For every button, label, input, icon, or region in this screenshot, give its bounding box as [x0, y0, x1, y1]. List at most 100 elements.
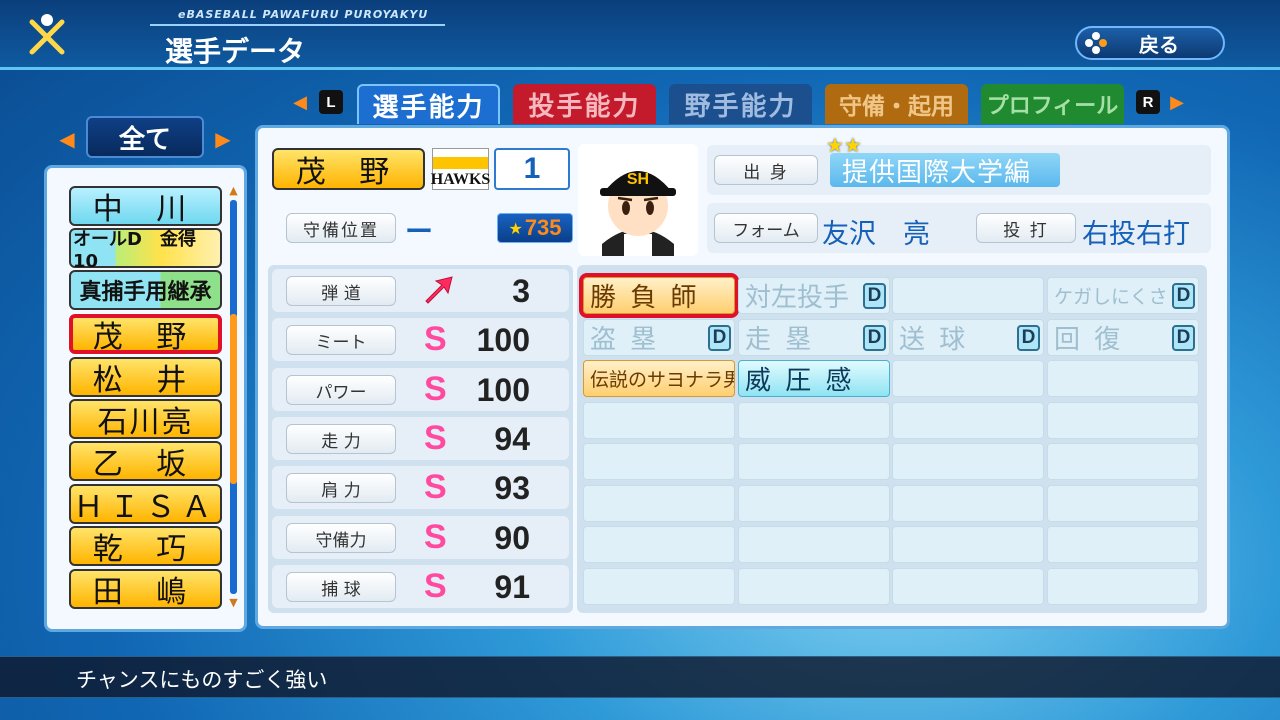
skill-cell[interactable]: 対左投手 D — [738, 277, 890, 314]
team-logo: HAWKS — [431, 148, 490, 190]
baseball-bats-logo-icon — [22, 10, 72, 60]
skill-cell-empty[interactable] — [892, 485, 1044, 522]
skill-cell-empty[interactable] — [583, 443, 735, 480]
skill-cell-empty[interactable] — [1047, 526, 1199, 563]
skill-cell-empty[interactable] — [1047, 568, 1199, 605]
position-value: ー — [405, 215, 434, 248]
filter-next-arrow-icon[interactable]: ▶ — [212, 126, 234, 152]
roster-item[interactable]: 乙 坂 — [69, 441, 222, 482]
roster-item[interactable]: 松 井 — [69, 357, 222, 398]
stat-label: 守備力 — [286, 523, 396, 553]
stat-grade: S — [424, 468, 447, 506]
skill-cell-empty[interactable] — [1047, 485, 1199, 522]
tab-prev-arrow-icon[interactable]: ◀ — [291, 90, 309, 114]
player-avatar: SH — [578, 144, 698, 256]
scrollbar-thumb[interactable] — [230, 314, 237, 484]
header-divider — [150, 24, 445, 26]
skill-cell-empty[interactable] — [892, 402, 1044, 439]
skill-cell-empty[interactable] — [892, 277, 1044, 314]
filter-prev-arrow-icon[interactable]: ◀ — [56, 126, 78, 152]
star-icon: ★ — [508, 218, 523, 238]
stat-grade: S — [424, 370, 447, 408]
skill-cell-empty[interactable] — [1047, 443, 1199, 480]
skill-cell-empty[interactable] — [738, 568, 890, 605]
tab-defense-usage[interactable]: 守備・起用 — [825, 84, 968, 124]
bat-label: 投 打 — [976, 213, 1076, 243]
stat-value: 90 — [494, 520, 530, 556]
roster-item[interactable]: 石川亮 — [69, 399, 222, 440]
roster-item[interactable]: 中 川 — [69, 186, 222, 227]
back-button[interactable]: 戻る — [1075, 26, 1225, 60]
skill-cell-empty[interactable] — [583, 568, 735, 605]
skill-cell-empty[interactable] — [738, 443, 890, 480]
skill-cell-empty[interactable] — [892, 568, 1044, 605]
description-bar: チャンスにものすごく強い — [0, 656, 1280, 698]
roster-scrollbar[interactable]: ▲ ▼ — [227, 184, 240, 610]
tab-next-arrow-icon[interactable]: ▶ — [1168, 90, 1186, 114]
position-label: 守備位置 — [286, 213, 396, 243]
roster-item[interactable]: 乾 巧 — [69, 526, 222, 567]
stat-label: ミート — [286, 325, 396, 355]
controller-buttons-icon — [1083, 30, 1109, 56]
skill-rank-badge: D — [1017, 324, 1040, 351]
skill-rank-badge: D — [708, 324, 731, 351]
roster-item-selected[interactable]: 茂 野 — [69, 314, 222, 355]
stat-label: パワー — [286, 375, 396, 405]
skill-cell[interactable]: ケガしにくさ D — [1047, 277, 1199, 314]
r-key-icon: R — [1136, 90, 1160, 114]
stat-value: 94 — [494, 421, 530, 457]
skill-name: 威 圧 感 — [745, 366, 855, 396]
skill-name: 盗 塁 — [590, 325, 660, 355]
skill-cell-empty[interactable] — [892, 360, 1044, 397]
skill-cell[interactable]: 勝 負 師 — [579, 273, 739, 318]
overall-rating-value: 735 — [524, 215, 562, 240]
skill-name: 勝 負 師 — [590, 283, 700, 313]
skill-cell-empty[interactable] — [738, 485, 890, 522]
overall-rating-badge: ★ 735 — [497, 213, 573, 243]
player-name: 茂 野 — [272, 148, 425, 190]
stat-grade: S — [424, 567, 447, 605]
tab-pitcher-ability[interactable]: 投手能力 — [513, 84, 656, 124]
skill-cell-empty[interactable] — [1047, 360, 1199, 397]
skill-cell-empty[interactable] — [583, 485, 735, 522]
skill-rank-badge: D — [1172, 282, 1195, 309]
skill-cell-empty[interactable] — [738, 402, 890, 439]
team-logo-stripe — [433, 157, 488, 169]
roster-item[interactable]: 田 嶋 — [69, 569, 222, 610]
trajectory-arrow-icon — [420, 275, 456, 307]
skill-name: 送 球 — [899, 325, 969, 355]
skill-name: 走 塁 — [745, 325, 815, 355]
skill-cell-empty[interactable] — [892, 526, 1044, 563]
skill-cell[interactable]: 送 球D — [892, 319, 1044, 356]
stat-value: 100 — [476, 372, 530, 408]
tab-fielder-ability[interactable]: 野手能力 — [669, 84, 812, 124]
stat-value: 3 — [512, 273, 530, 309]
skill-cell[interactable]: 走 塁D — [738, 319, 890, 356]
stat-label: 捕 球 — [286, 572, 396, 602]
stat-grade: S — [424, 419, 447, 457]
skill-cell-empty[interactable] — [583, 526, 735, 563]
uniform-number: 1 — [494, 148, 570, 190]
skill-cell[interactable]: 伝説のサヨナラ男 — [583, 360, 735, 397]
skill-name: ケガしにくさ — [1054, 286, 1168, 308]
tab-profile[interactable]: プロフィール — [981, 84, 1124, 124]
header-subtitle: eBASEBALL PAWAFURU PUROYAKYU — [178, 8, 429, 21]
bat-value: 右投右打 — [1082, 219, 1190, 250]
skill-cell-empty[interactable] — [1047, 402, 1199, 439]
skill-rank-badge: D — [1172, 324, 1195, 351]
filter-selector[interactable]: 全て — [86, 116, 204, 158]
skill-cell[interactable]: 威 圧 感 — [738, 360, 890, 397]
roster-item[interactable]: ＨＩＳＡ — [69, 484, 222, 525]
tab-player-ability[interactable]: 選手能力 — [357, 84, 500, 124]
scroll-up-arrow-icon[interactable]: ▲ — [227, 184, 240, 198]
skill-cell-empty[interactable] — [738, 526, 890, 563]
roster-item[interactable]: オールD 金得10 — [69, 228, 222, 272]
origin-label: 出 身 — [714, 155, 818, 185]
roster-item[interactable]: 真捕手用継承 — [69, 270, 222, 310]
skill-cell[interactable]: 盗 塁D — [583, 319, 735, 356]
skill-cell-empty[interactable] — [892, 443, 1044, 480]
skill-cell[interactable]: 回 復D — [1047, 319, 1199, 356]
skill-name: 伝説のサヨナラ男 — [590, 369, 735, 391]
scroll-down-arrow-icon[interactable]: ▼ — [227, 596, 240, 610]
skill-cell-empty[interactable] — [583, 402, 735, 439]
